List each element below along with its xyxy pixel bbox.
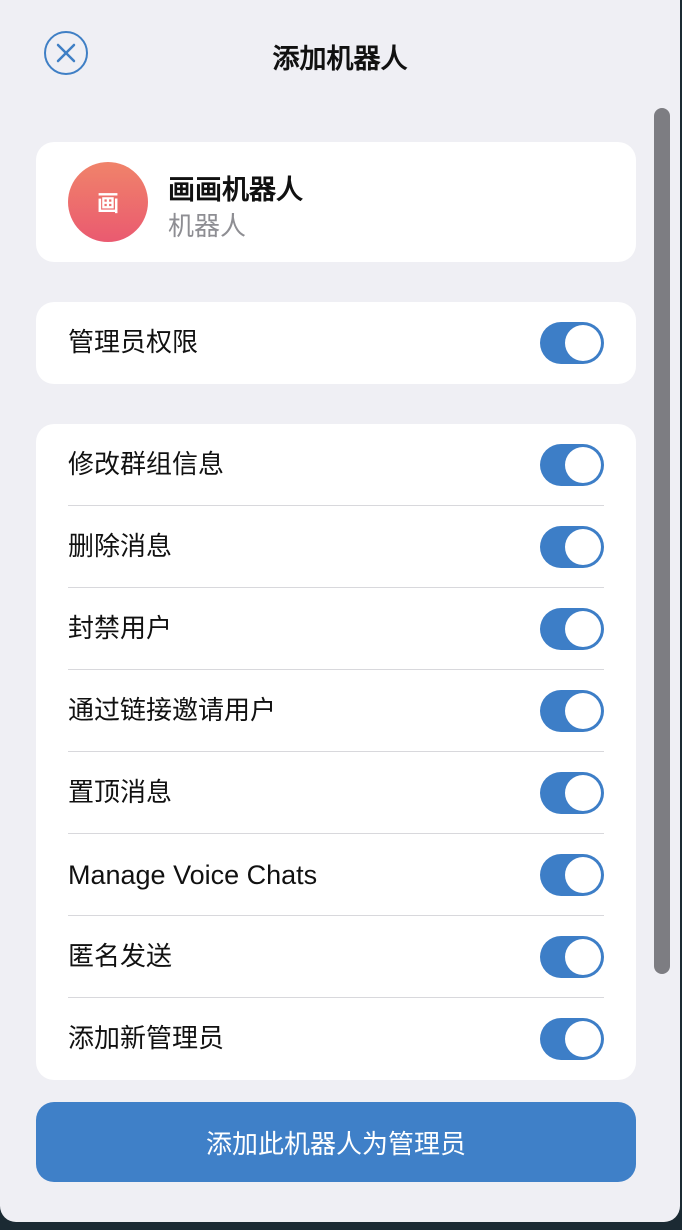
dialog-title: 添加机器人 — [272, 44, 408, 75]
permission-row-invite-via-link: 通过链接邀请用户 — [36, 670, 636, 752]
permission-label: 匿名发送 — [68, 942, 173, 972]
permission-label: 封禁用户 — [68, 614, 173, 644]
toggle-knob — [565, 447, 601, 483]
toggle-knob — [565, 611, 601, 647]
manage-voice-chats-toggle[interactable] — [540, 854, 604, 896]
permission-label: 修改群组信息 — [68, 450, 225, 480]
bot-name: 画画机器人 — [168, 175, 303, 206]
change-info-toggle[interactable] — [540, 444, 604, 486]
delete-messages-toggle[interactable] — [540, 526, 604, 568]
permission-label: 通过链接邀请用户 — [68, 696, 277, 726]
toggle-knob — [565, 857, 601, 893]
scrollbar[interactable] — [654, 108, 670, 974]
permission-row-change-info: 修改群组信息 — [36, 424, 636, 506]
toggle-knob — [565, 1021, 601, 1057]
add-as-admin-button[interactable]: 添加此机器人为管理员 — [36, 1102, 636, 1182]
toggle-knob — [565, 529, 601, 565]
anonymous-toggle[interactable] — [540, 936, 604, 978]
ban-users-toggle[interactable] — [540, 608, 604, 650]
permission-row-add-admins: 添加新管理员 — [36, 998, 636, 1080]
add-bot-dialog: 添加机器人 画 画画机器人 机器人 管理员权限 修改群组信息 删除消息 封禁用户… — [0, 0, 680, 1222]
permission-label: Manage Voice Chats — [68, 860, 318, 890]
toggle-knob — [565, 775, 601, 811]
bot-avatar: 画 — [68, 162, 148, 242]
permission-row-manage-voice-chats: Manage Voice Chats — [36, 834, 636, 916]
permissions-card: 修改群组信息 删除消息 封禁用户 通过链接邀请用户 置顶消息 Manage Vo… — [36, 424, 636, 1080]
permission-label: 置顶消息 — [68, 778, 173, 808]
permission-row-ban-users: 封禁用户 — [36, 588, 636, 670]
admin-rights-card: 管理员权限 — [36, 302, 636, 384]
pin-messages-toggle[interactable] — [540, 772, 604, 814]
permission-label: 添加新管理员 — [68, 1024, 225, 1054]
bot-info-card: 画 画画机器人 机器人 — [36, 142, 636, 262]
add-admins-toggle[interactable] — [540, 1018, 604, 1060]
bot-type-label: 机器人 — [168, 212, 247, 242]
admin-rights-label: 管理员权限 — [68, 328, 199, 358]
permission-label: 删除消息 — [68, 532, 173, 562]
permission-row-delete-messages: 删除消息 — [36, 506, 636, 588]
permission-row-anonymous: 匿名发送 — [36, 916, 636, 998]
admin-rights-toggle[interactable] — [540, 322, 604, 364]
toggle-knob — [565, 325, 601, 361]
toggle-knob — [565, 939, 601, 975]
invite-via-link-toggle[interactable] — [540, 690, 604, 732]
toggle-knob — [565, 693, 601, 729]
permission-row-pin-messages: 置顶消息 — [36, 752, 636, 834]
admin-rights-row: 管理员权限 — [36, 302, 636, 384]
